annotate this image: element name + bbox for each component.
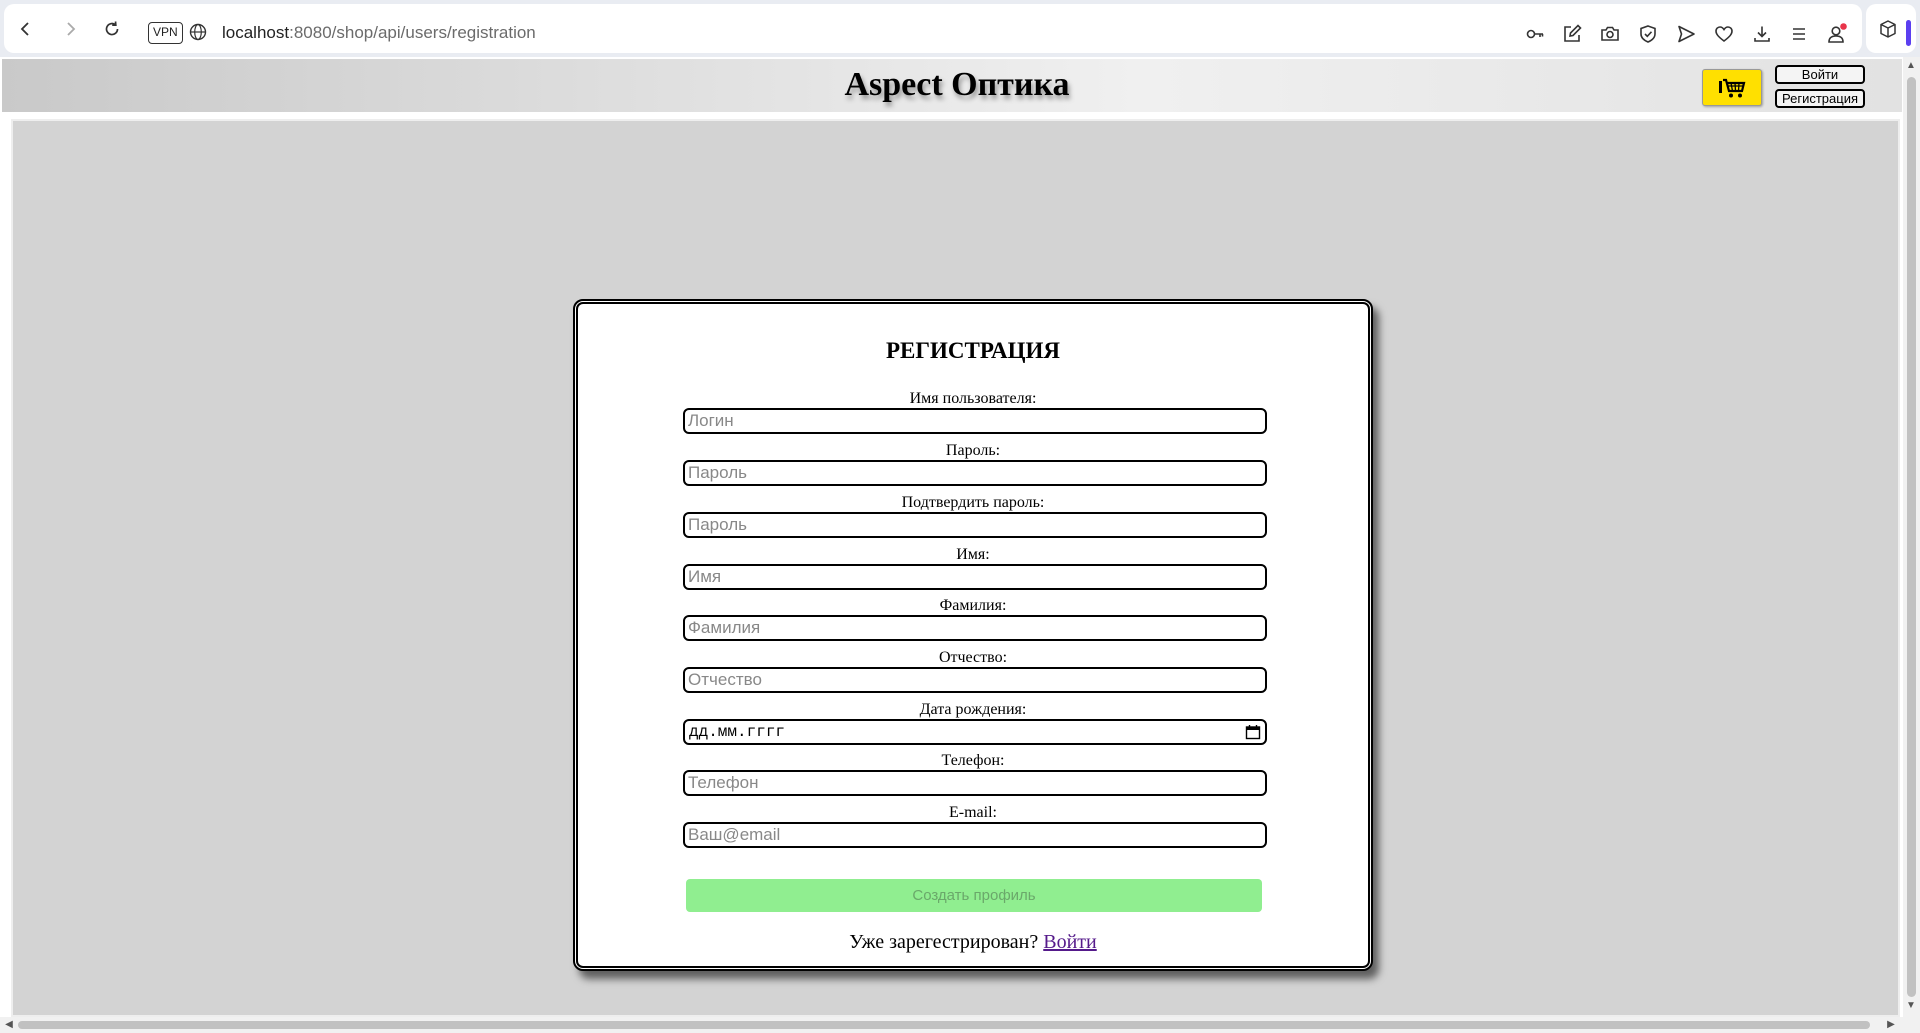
url-path: :8080/shop/api/users/registration bbox=[289, 23, 536, 42]
cart-button[interactable] bbox=[1702, 69, 1762, 106]
create-profile-button[interactable]: Создать профиль bbox=[686, 879, 1262, 912]
patronymic-label: Отчество: bbox=[938, 649, 1008, 666]
phone-input[interactable] bbox=[683, 770, 1267, 796]
header-login-button[interactable]: Войти bbox=[1775, 65, 1865, 84]
site-header: Aspect Оптика Войти Регистрация bbox=[2, 59, 1902, 112]
form-title: РЕГИСТРАЦИЯ bbox=[886, 338, 1060, 363]
password-input[interactable] bbox=[683, 460, 1267, 486]
email-input[interactable] bbox=[683, 822, 1267, 848]
birth-date-input[interactable]: дд.мм.гггг bbox=[683, 719, 1267, 745]
email-label: E-mail: bbox=[949, 804, 997, 821]
birth-date-label: Дата рождения: bbox=[919, 701, 1027, 718]
login-prompt-line: Уже зарегестрирован? Войти bbox=[578, 931, 1368, 954]
menu-icon[interactable] bbox=[1788, 23, 1810, 45]
confirm-password-label: Подтвердить пароль: bbox=[901, 494, 1045, 511]
login-prompt-text: Уже зарегестрирован? bbox=[849, 931, 1039, 953]
page-viewport: Aspect Оптика Войти Регистрация РЕГИСТРА… bbox=[0, 57, 1903, 1017]
login-link[interactable]: Войти bbox=[1043, 931, 1097, 953]
last-name-input[interactable] bbox=[683, 615, 1267, 641]
sidebar-toggle[interactable] bbox=[1906, 20, 1911, 46]
scroll-right-icon[interactable]: ▶ bbox=[1884, 1018, 1898, 1032]
shield-icon[interactable] bbox=[1637, 23, 1659, 45]
birth-date-placeholder: дд.мм.гггг bbox=[689, 723, 786, 741]
calendar-icon[interactable] bbox=[1245, 724, 1261, 747]
download-icon[interactable] bbox=[1751, 23, 1773, 45]
horizontal-scrollbar[interactable]: ◀ ▶ bbox=[0, 1017, 1920, 1033]
profile-icon[interactable] bbox=[1826, 23, 1848, 45]
username-label: Имя пользователя: bbox=[909, 390, 1037, 407]
vertical-scroll-thumb[interactable] bbox=[1907, 77, 1916, 997]
password-label: Пароль: bbox=[945, 442, 1001, 459]
patronymic-input[interactable] bbox=[683, 667, 1267, 693]
edit-icon[interactable] bbox=[1561, 23, 1583, 45]
cube-icon[interactable] bbox=[1877, 18, 1899, 40]
vertical-scrollbar[interactable]: ▲ ▼ bbox=[1903, 57, 1920, 1017]
scroll-down-icon[interactable]: ▼ bbox=[1904, 999, 1918, 1013]
cart-icon bbox=[1719, 78, 1746, 97]
last-name-label: Фамилия: bbox=[939, 597, 1007, 614]
site-title[interactable]: Aspect Оптика bbox=[2, 66, 1912, 104]
browser-toolbar: VPN localhost:8080/shop/api/users/regist… bbox=[0, 0, 1920, 57]
url-field[interactable]: localhost:8080/shop/api/users/registrati… bbox=[222, 23, 536, 43]
reload-icon[interactable] bbox=[100, 17, 124, 41]
scroll-up-icon[interactable]: ▲ bbox=[1904, 59, 1918, 73]
header-register-button[interactable]: Регистрация bbox=[1775, 89, 1865, 108]
camera-icon[interactable] bbox=[1599, 23, 1621, 45]
address-bar-row: VPN localhost:8080/shop/api/users/regist… bbox=[4, 4, 1862, 53]
scroll-left-icon[interactable]: ◀ bbox=[2, 1018, 16, 1032]
key-icon[interactable] bbox=[1524, 23, 1546, 45]
heart-icon[interactable] bbox=[1713, 23, 1735, 45]
first-name-input[interactable] bbox=[683, 564, 1267, 590]
registration-card: РЕГИСТРАЦИЯ Имя пользователя: Пароль: По… bbox=[573, 299, 1373, 971]
send-icon[interactable] bbox=[1675, 23, 1697, 45]
notification-dot bbox=[1840, 23, 1847, 30]
first-name-label: Имя: bbox=[956, 546, 990, 563]
forward-icon[interactable] bbox=[58, 17, 82, 41]
globe-icon[interactable] bbox=[189, 23, 207, 46]
back-icon[interactable] bbox=[14, 17, 38, 41]
url-host: localhost bbox=[222, 23, 290, 42]
confirm-password-input[interactable] bbox=[683, 512, 1267, 538]
vpn-badge[interactable]: VPN bbox=[148, 22, 183, 44]
horizontal-scroll-thumb[interactable] bbox=[18, 1021, 1870, 1029]
phone-label: Телефон: bbox=[941, 752, 1005, 769]
main-content: РЕГИСТРАЦИЯ Имя пользователя: Пароль: По… bbox=[11, 119, 1900, 1017]
username-input[interactable] bbox=[683, 408, 1267, 434]
